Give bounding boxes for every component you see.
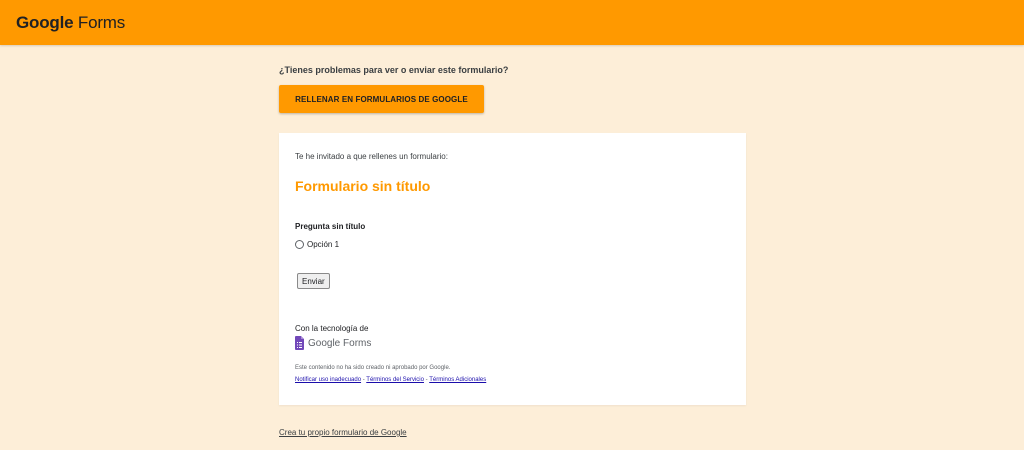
disclaimer-text: Este contenido no ha sido creado ni apro…	[295, 365, 451, 371]
google-forms-logo-text: Google Forms	[308, 337, 372, 349]
google-forms-icon	[295, 336, 304, 350]
brand-google-text: Google	[16, 13, 74, 32]
create-your-own-form-link[interactable]: Crea tu propio formulario de Google	[279, 428, 407, 437]
question-title: Pregunta sin título	[295, 222, 366, 231]
option-1[interactable]: Opción 1	[295, 240, 339, 249]
legal-links: Notificar uso inadecuado - Términos del …	[295, 377, 486, 383]
additional-terms-link[interactable]: Términos Adicionales	[429, 377, 486, 383]
submit-button[interactable]: Enviar	[297, 273, 330, 289]
top-bar: Google Forms	[0, 0, 1024, 45]
google-forms-brand: Google Forms	[16, 13, 125, 33]
terms-of-service-link[interactable]: Términos del Servicio	[366, 377, 424, 383]
report-abuse-link[interactable]: Notificar uso inadecuado	[295, 377, 361, 383]
brand-forms-text: Forms	[77, 13, 126, 32]
trouble-text: ¿Tienes problemas para ver o enviar este…	[279, 65, 509, 75]
form-title: Formulario sin título	[295, 178, 431, 194]
fill-in-google-forms-button[interactable]: RELLENAR EN FORMULARIOS DE GOOGLE	[279, 85, 484, 113]
radio-unchecked-icon[interactable]	[295, 240, 304, 249]
google-forms-logo[interactable]: Google Forms	[295, 336, 371, 350]
powered-by-text: Con la tecnología de	[295, 324, 369, 333]
form-card: Te he invitado a que rellenes un formula…	[279, 133, 746, 405]
option-1-label: Opción 1	[307, 240, 340, 249]
invite-text: Te he invitado a que rellenes un formula…	[295, 152, 448, 161]
